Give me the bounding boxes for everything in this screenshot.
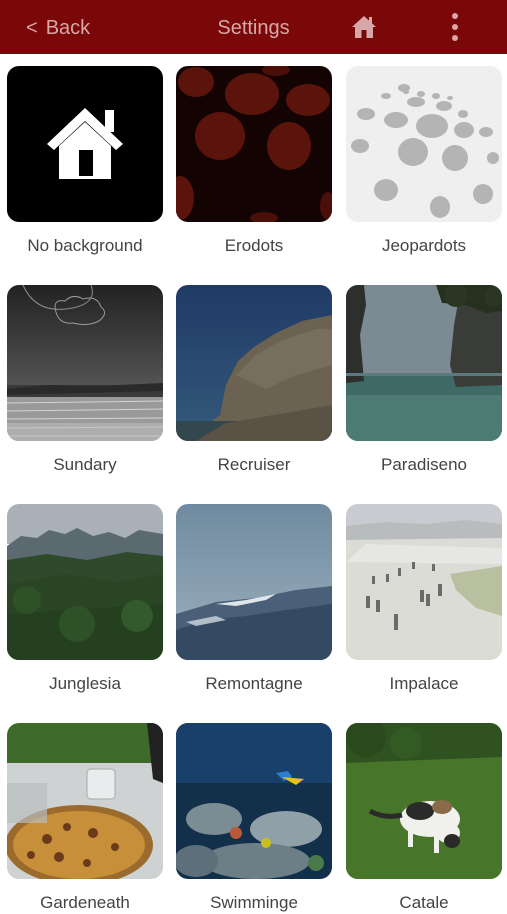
thumbnail bbox=[176, 504, 332, 660]
background-label: Recruiser bbox=[217, 455, 291, 474]
thumbnail bbox=[346, 504, 502, 660]
thumbnail bbox=[346, 66, 502, 222]
background-option-swimminge[interactable]: Swimminge bbox=[176, 723, 332, 912]
background-option-no-background[interactable]: No background bbox=[7, 66, 163, 255]
background-option-sundary[interactable]: Sundary bbox=[7, 285, 163, 474]
thumbnail bbox=[346, 723, 502, 879]
thumbnail bbox=[346, 285, 502, 441]
background-label: Remontagne bbox=[205, 674, 303, 693]
thumbnail bbox=[176, 285, 332, 441]
background-option-gardeneath[interactable]: Gardeneath bbox=[7, 723, 163, 912]
back-button[interactable]: < Back bbox=[26, 14, 90, 42]
home-button[interactable] bbox=[350, 13, 378, 41]
background-label: Junglesia bbox=[49, 674, 121, 693]
background-label: Gardeneath bbox=[40, 893, 130, 912]
background-label: Jeopardots bbox=[381, 236, 467, 255]
chevron-left-icon: < bbox=[26, 17, 38, 39]
background-option-paradiseno[interactable]: Paradiseno bbox=[346, 285, 502, 474]
background-label: Impalace bbox=[389, 674, 459, 693]
background-label: Sundary bbox=[53, 455, 117, 474]
background-label: Erodots bbox=[224, 236, 284, 255]
thumbnail bbox=[7, 723, 163, 879]
background-option-impalace[interactable]: Impalace bbox=[346, 504, 502, 693]
background-option-recruiser[interactable]: Recruiser bbox=[176, 285, 332, 474]
thumbnail bbox=[176, 66, 332, 222]
background-option-erodots[interactable]: Erodots bbox=[176, 66, 332, 255]
thumbnail bbox=[7, 285, 163, 441]
background-label: Catale bbox=[399, 893, 449, 912]
thumbnail bbox=[7, 504, 163, 660]
background-option-jeopardots[interactable]: Jeopardots bbox=[346, 66, 502, 255]
background-option-catale[interactable]: Catale bbox=[346, 723, 502, 912]
home-icon bbox=[352, 16, 376, 38]
thumbnail bbox=[176, 723, 332, 879]
back-label: Back bbox=[45, 17, 91, 39]
navigation-bar: < Back Settings bbox=[0, 0, 507, 54]
background-label: No background bbox=[27, 236, 143, 255]
more-vertical-icon bbox=[452, 13, 458, 41]
thumbnail bbox=[7, 66, 163, 222]
background-label: Paradiseno bbox=[380, 455, 467, 474]
background-option-junglesia[interactable]: Junglesia bbox=[7, 504, 163, 693]
more-options-button[interactable] bbox=[445, 11, 465, 43]
background-label: Swimminge bbox=[210, 893, 298, 912]
background-option-remontagne[interactable]: Remontagne bbox=[176, 504, 332, 693]
